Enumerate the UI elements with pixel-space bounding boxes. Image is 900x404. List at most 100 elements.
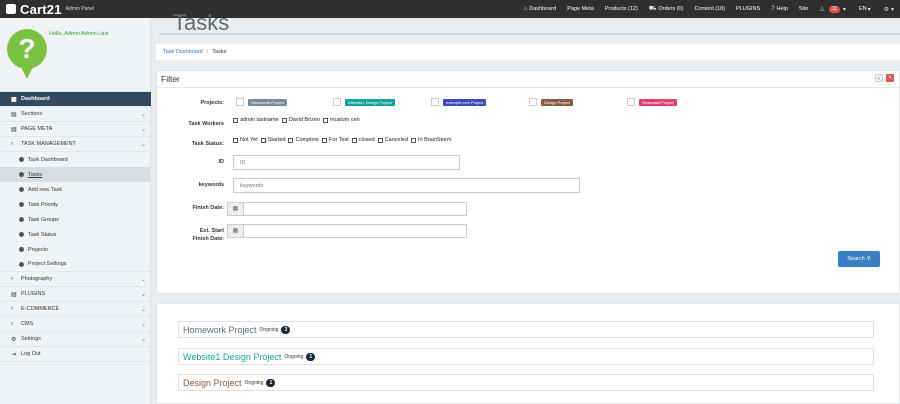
- calendar-icon[interactable]: ▦: [228, 203, 244, 215]
- nav-orders[interactable]: ⛟ Orders (0): [649, 5, 684, 13]
- project-filter-website1[interactable]: Website1 Design Project: [333, 98, 395, 106]
- nav-dashboard[interactable]: ⌂ Dashboard: [524, 6, 557, 12]
- status-option[interactable]: In BrainStorm: [410, 137, 452, 143]
- breadcrumb-task-dashboard[interactable]: Task Dashboard: [163, 49, 203, 55]
- brand[interactable]: Cart21 Admin Panel: [0, 2, 151, 17]
- status-option[interactable]: Canceled: [377, 137, 408, 143]
- project-tag: Website1 Design Project: [345, 98, 395, 106]
- filter-panel: Filter ‹ × Projects: Homework Project We…: [156, 70, 900, 294]
- nav-content[interactable]: Content (18): [694, 6, 725, 12]
- nav-alerts[interactable]: ⚠ 11 ▾: [819, 5, 848, 13]
- checkbox[interactable]: [233, 137, 238, 143]
- project-tag: Homework Project: [248, 98, 287, 106]
- sidebar-item-project-settings[interactable]: Project Settings: [0, 257, 151, 272]
- project-filter-homework[interactable]: Homework Project: [236, 98, 287, 106]
- checkbox[interactable]: [431, 98, 439, 106]
- task-count-badge: 1: [266, 378, 276, 387]
- sidebar-item-dashboard[interactable]: ▦ Dashboard: [0, 92, 151, 107]
- bullet-icon: [19, 232, 24, 237]
- sidebar-item-settings[interactable]: ⚙ Settings ⌄: [0, 332, 151, 347]
- checkbox[interactable]: [351, 137, 357, 143]
- settings-dropdown[interactable]: ⚙ ▾: [884, 6, 896, 13]
- collapse-panel-button[interactable]: ‹: [875, 74, 883, 82]
- checkbox[interactable]: [529, 98, 537, 106]
- checkbox[interactable]: [236, 98, 244, 106]
- est-start-finish-date-field[interactable]: ▦: [227, 224, 467, 238]
- checkbox[interactable]: [377, 137, 383, 143]
- checkbox[interactable]: [260, 137, 266, 143]
- status-option[interactable]: Not Yet: [233, 137, 258, 143]
- sidebar-item-task-priority[interactable]: Task Priority: [0, 197, 151, 212]
- finish-date-label: Finish Date:: [192, 205, 224, 211]
- calendar-icon[interactable]: ▦: [228, 225, 244, 237]
- nav-help[interactable]: ? Help: [771, 6, 788, 12]
- task-status-options: Not Yet Started Complete For Test closed…: [233, 137, 455, 143]
- sidebar-item-task-groups[interactable]: Task Groups: [0, 212, 151, 227]
- status-option[interactable]: Started: [260, 137, 285, 143]
- language-selector[interactable]: EN ▾: [859, 6, 873, 13]
- keywords-input[interactable]: [233, 178, 580, 193]
- chevron-down-icon: ⌄: [140, 276, 146, 283]
- warning-icon: ⚠: [819, 6, 825, 13]
- sidebar-item-cms[interactable]: › CMS ⌄: [0, 317, 151, 332]
- close-panel-button[interactable]: ×: [886, 74, 894, 82]
- checkbox[interactable]: [288, 137, 294, 143]
- bullet-icon: [19, 202, 24, 207]
- sidebar-item-log-out[interactable]: ⇥ Log Out: [0, 347, 151, 362]
- status-option[interactable]: Complete: [288, 137, 319, 143]
- checkbox[interactable]: [410, 137, 416, 143]
- project-filter-reaseach[interactable]: Reaseach Project: [627, 98, 677, 106]
- chevron-right-icon: ›: [11, 276, 13, 282]
- finish-date-field[interactable]: ▦: [227, 202, 467, 216]
- dashboard-icon: ▦: [11, 96, 17, 103]
- breadcrumb-separator: /: [206, 49, 209, 55]
- bullet-icon: [19, 247, 24, 252]
- project-name[interactable]: Website1 Design Project: [183, 352, 281, 362]
- brand-subtitle: Admin Panel: [65, 6, 95, 12]
- nav-page-meta[interactable]: Page Meta: [567, 6, 594, 12]
- project-filter-example-com[interactable]: example.com Project: [431, 98, 487, 106]
- nav-products[interactable]: Products (12): [605, 6, 638, 12]
- search-button[interactable]: Search ⚲: [838, 251, 880, 267]
- main-content: Tasks Task Dashboard / Tasks Filter ‹ × …: [151, 10, 900, 404]
- checkbox[interactable]: [323, 117, 329, 123]
- sidebar-item-sections[interactable]: ▤ Sections ⌄: [0, 107, 151, 122]
- checkbox[interactable]: [281, 117, 287, 123]
- panel-divider: [157, 87, 899, 88]
- bullet-icon: [19, 217, 24, 222]
- sidebar-item-plugins[interactable]: ▤ PLUGINS ⌄: [0, 287, 151, 302]
- status-option[interactable]: For Test: [322, 137, 349, 143]
- worker-option[interactable]: admin lastname: [233, 117, 279, 123]
- est-start-finish-date-label: Est. Start Finish Date:: [162, 227, 224, 243]
- sidebar-item-e-commerce[interactable]: › E-COMMERCE ⌄: [0, 302, 151, 317]
- project-row-website1-design[interactable]: Website1 Design Project Ongoing 1: [178, 348, 874, 365]
- sidebar-item-task-management[interactable]: › TASK MANAGEMENT ⌄: [0, 137, 151, 152]
- sidebar-item-page-meta[interactable]: ▤ PAGE META ⌄: [0, 122, 151, 137]
- nav-site[interactable]: Site: [799, 6, 808, 12]
- project-row-design[interactable]: Design Project Ongoing 1: [178, 374, 874, 391]
- checkbox[interactable]: [233, 117, 238, 123]
- worker-option[interactable]: David Brizen: [281, 117, 320, 123]
- sidebar-item-photography[interactable]: › Photography ⌄: [0, 272, 151, 287]
- sidebar-item-add-new-task[interactable]: Add new Task: [0, 182, 151, 197]
- sidebar-item-task-status[interactable]: Task Status: [0, 227, 151, 242]
- status-option[interactable]: closed: [351, 137, 375, 143]
- caret-down-icon: ▾: [842, 6, 846, 13]
- sidebar-item-projects[interactable]: Projects: [0, 242, 151, 257]
- checkbox[interactable]: [627, 98, 635, 106]
- sidebar-item-tasks[interactable]: Tasks: [0, 167, 151, 182]
- sidebar-item-task-dashboard[interactable]: Task Dashboard: [0, 152, 151, 167]
- id-input[interactable]: [233, 155, 460, 170]
- filter-title: Filter: [161, 74, 180, 84]
- project-row-homework[interactable]: Homework Project Ongoing 3: [178, 321, 874, 338]
- project-filter-design[interactable]: Design Project: [529, 98, 574, 106]
- project-name[interactable]: Design Project: [183, 378, 242, 388]
- project-name[interactable]: Homework Project: [183, 325, 257, 335]
- checkbox[interactable]: [333, 98, 341, 106]
- checkbox[interactable]: [322, 137, 328, 143]
- chevron-down-icon: ⌄: [140, 111, 146, 118]
- bullet-icon: [19, 261, 24, 267]
- nav-plugins[interactable]: PLUGINS: [736, 6, 760, 12]
- worker-option[interactable]: muslum cen: [323, 117, 360, 123]
- bullet-icon: [19, 157, 24, 162]
